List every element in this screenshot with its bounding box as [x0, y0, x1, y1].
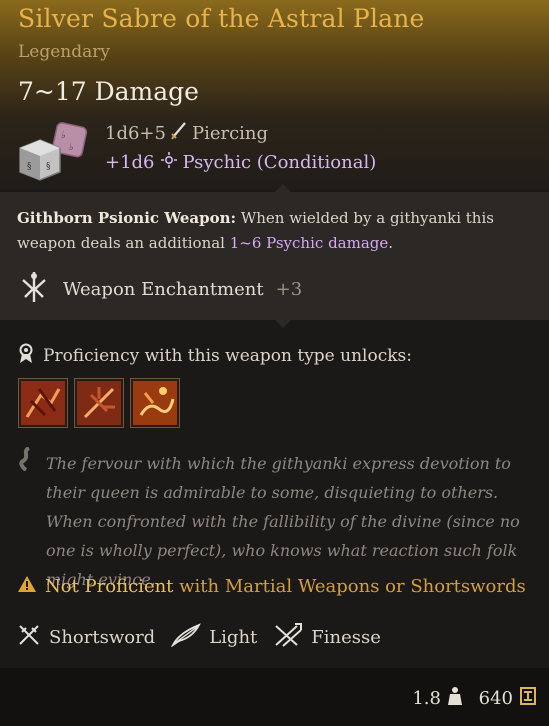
damage-dice: 1d6+5	[105, 123, 166, 144]
sword-icon	[171, 122, 187, 145]
proficiency-skills	[18, 378, 180, 428]
lore-icon	[17, 446, 35, 475]
svg-text:§: §	[27, 162, 32, 172]
action-skill-1-icon[interactable]	[18, 378, 68, 428]
property-label: Shortsword	[49, 627, 156, 648]
property-label: Finesse	[311, 627, 381, 648]
item-rarity: Legendary	[18, 42, 110, 62]
weight-icon	[447, 686, 463, 711]
property-finesse[interactable]: Finesse	[273, 622, 381, 653]
passive-description: Githborn Psionic Weapon: When wielded by…	[17, 206, 545, 256]
dice-icon: ♭ ♭ § §	[18, 118, 94, 182]
finesse-icon	[273, 622, 303, 653]
weapon-enchantment[interactable]: Weapon Enchantment +3	[17, 270, 302, 309]
shortsword-icon	[17, 623, 41, 652]
enchantment-icon	[17, 270, 51, 309]
light-icon	[170, 623, 202, 652]
damage-type: Piercing	[191, 123, 269, 144]
item-weight: 1.8	[412, 686, 463, 711]
weapon-properties: Shortsword Light Finesse	[17, 622, 397, 653]
lore-text: The fervour with which the githyanki exp…	[46, 454, 520, 589]
warning-icon	[17, 575, 37, 598]
damage-total: 7~17 Damage	[18, 77, 199, 106]
action-skill-2-icon[interactable]	[74, 378, 124, 428]
gold-value: 640	[478, 688, 513, 709]
damage-type: Psychic (Conditional)	[182, 152, 377, 173]
item-value: 640	[479, 686, 537, 711]
not-proficient: Not Proficient	[45, 576, 174, 597]
gold-icon	[519, 686, 537, 711]
property-label: Light	[209, 627, 258, 648]
property-shortsword[interactable]: Shortsword	[17, 623, 155, 652]
warning-text: with Martial Weapons or Shortswords	[173, 576, 526, 597]
passive-name: Githborn Psionic Weapon:	[17, 209, 237, 227]
property-light[interactable]: Light	[170, 623, 258, 652]
proficiency-warning: Not Proficient with Martial Weapons or S…	[17, 575, 526, 598]
section-notch	[275, 320, 291, 328]
svg-text:§: §	[46, 162, 51, 172]
item-name: Silver Sabre of the Astral Plane	[18, 4, 425, 33]
psychic-icon	[160, 151, 178, 174]
action-skill-3-icon[interactable]	[130, 378, 180, 428]
section-notch	[275, 184, 291, 192]
tooltip-footer	[0, 668, 549, 726]
proficiency-header: Proficiency with this weapon type unlock…	[17, 342, 412, 369]
proficiency-text: Proficiency with this weapon type unlock…	[43, 345, 412, 366]
damage-line-psychic: +1d6 Psychic (Conditional)	[105, 151, 376, 174]
enchantment-label: Weapon Enchantment	[63, 279, 264, 300]
weight-value: 1.8	[412, 688, 441, 709]
damage-line-piercing: 1d6+5 Piercing	[105, 122, 268, 145]
passive-end: .	[388, 234, 394, 252]
ribbon-icon	[17, 342, 35, 369]
damage-dice: +1d6	[105, 152, 155, 173]
passive-highlight: 1~6 Psychic damage	[229, 234, 389, 252]
enchantment-value: +3	[275, 279, 303, 300]
